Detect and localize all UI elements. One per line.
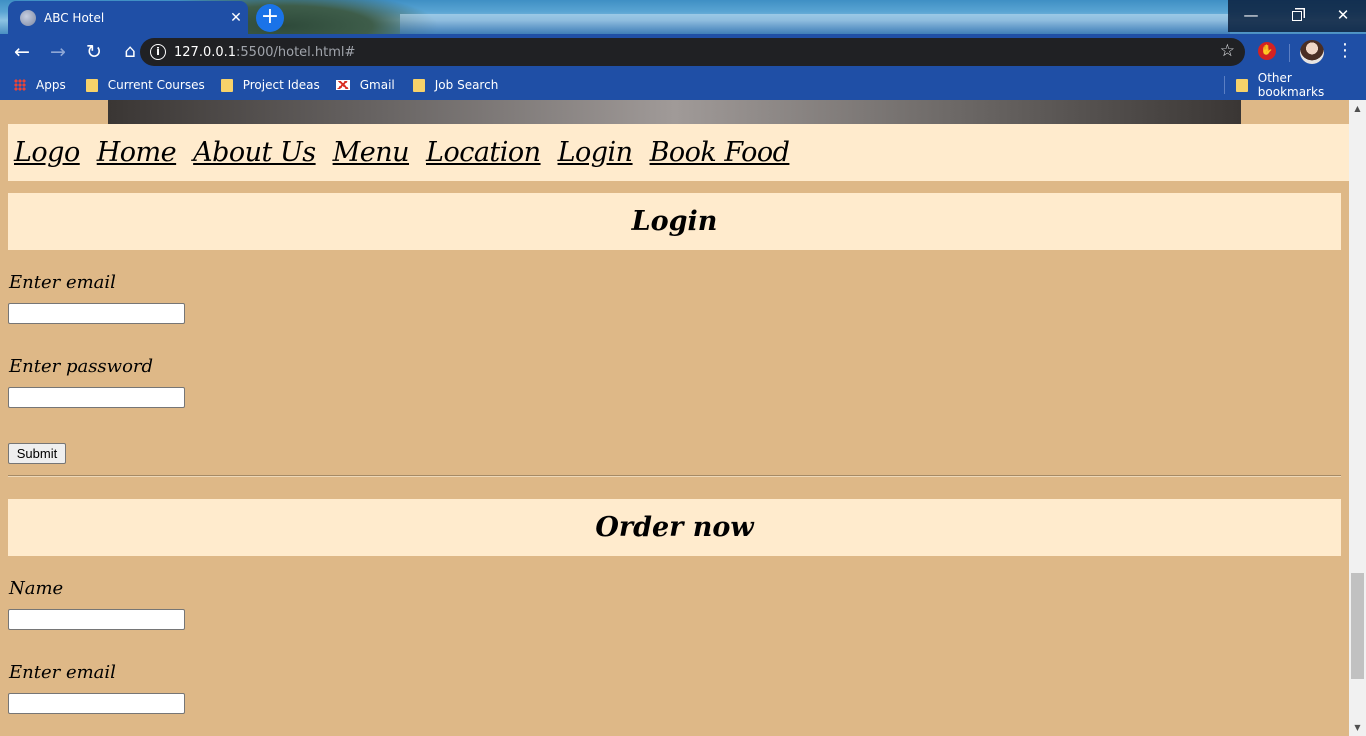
bookmark-label: Current Courses <box>107 78 205 92</box>
browser-tab[interactable]: ABC Hotel ✕ <box>8 1 248 34</box>
bookmark-star-icon[interactable]: ☆ <box>1220 41 1235 61</box>
nav-menu[interactable]: Menu <box>333 137 410 168</box>
bookmark-other[interactable]: Other bookmarks <box>1230 71 1366 99</box>
toolbar-divider <box>1289 44 1290 62</box>
submit-button[interactable]: Submit <box>8 443 66 464</box>
page-viewport: Logo Home About Us Menu Location Login B… <box>0 100 1349 736</box>
bookmark-label: Apps <box>36 78 66 92</box>
tab-title: ABC Hotel <box>44 10 105 25</box>
reload-button[interactable]: ↻ <box>78 36 110 68</box>
bookmark-project-ideas[interactable]: Project Ideas <box>215 73 326 97</box>
bookmark-label: Other bookmarks <box>1257 71 1325 99</box>
order-heading: Order now <box>8 499 1341 556</box>
nav-home[interactable]: Home <box>97 137 177 168</box>
url-path: :5500/hotel.html# <box>236 44 356 60</box>
chrome-menu-icon[interactable]: ⋮ <box>1336 42 1354 64</box>
login-password-input[interactable] <box>8 387 185 408</box>
folder-icon <box>412 78 425 92</box>
wallpaper-water <box>400 14 1230 34</box>
hero-image <box>108 100 1241 124</box>
bookmark-apps[interactable]: Apps <box>8 73 72 97</box>
nav-location[interactable]: Location <box>426 137 541 168</box>
site-navbar: Logo Home About Us Menu Location Login B… <box>8 124 1349 181</box>
bookmark-label: Project Ideas <box>242 78 320 92</box>
nav-logo[interactable]: Logo <box>14 137 80 168</box>
bookmark-label: Job Search <box>434 78 499 92</box>
folder-icon <box>1236 78 1248 92</box>
order-email-label: Enter email <box>9 662 116 683</box>
bookmark-job-search[interactable]: Job Search <box>407 73 505 97</box>
order-email-input[interactable] <box>8 693 185 714</box>
restore-icon <box>1292 11 1302 21</box>
profile-avatar[interactable] <box>1300 40 1324 64</box>
login-email-input[interactable] <box>8 303 185 324</box>
scrollbar-thumb[interactable] <box>1351 573 1364 679</box>
login-email-label: Enter email <box>9 272 116 293</box>
nav-book-food[interactable]: Book Food <box>650 137 790 168</box>
bookmark-gmail[interactable]: Gmail <box>330 73 401 97</box>
browser-toolbar: ← → ↻ ⌂ i 127.0.0.1:5500/hotel.html# ☆ ✋… <box>0 34 1366 70</box>
bookmark-current-courses[interactable]: Current Courses <box>80 73 211 97</box>
bookmark-label: Gmail <box>359 78 395 92</box>
tab-close-icon[interactable]: ✕ <box>224 10 248 26</box>
bookmarks-bar: Apps Current Courses Project Ideas Gmail… <box>0 70 1366 100</box>
restore-button[interactable] <box>1274 0 1320 32</box>
back-button[interactable]: ← <box>6 36 38 68</box>
login-password-label: Enter password <box>9 356 154 377</box>
login-heading: Login <box>8 193 1341 250</box>
folder-icon <box>220 78 233 92</box>
adblock-extension-icon[interactable]: ✋ <box>1258 42 1276 60</box>
close-window-button[interactable]: ✕ <box>1320 0 1366 32</box>
order-name-input[interactable] <box>8 609 185 630</box>
folder-icon <box>85 78 98 92</box>
site-info-icon[interactable]: i <box>150 44 166 60</box>
title-bar: ABC Hotel ✕ + — ✕ <box>0 0 1366 34</box>
section-divider <box>8 475 1341 477</box>
scroll-up-icon[interactable]: ▲ <box>1349 100 1366 117</box>
new-tab-button[interactable]: + <box>256 4 284 32</box>
url-host: 127.0.0.1 <box>174 44 237 60</box>
address-bar[interactable]: i 127.0.0.1:5500/hotel.html# ☆ <box>140 38 1245 66</box>
nav-login[interactable]: Login <box>558 137 634 168</box>
url-text[interactable]: 127.0.0.1:5500/hotel.html# <box>174 45 355 60</box>
globe-icon <box>20 9 36 26</box>
order-name-label: Name <box>9 578 64 599</box>
scroll-down-icon[interactable]: ▼ <box>1349 719 1366 736</box>
forward-button[interactable]: → <box>42 36 74 68</box>
nav-about-us[interactable]: About Us <box>193 137 316 168</box>
vertical-scrollbar[interactable]: ▲ ▼ <box>1349 100 1366 736</box>
gmail-icon <box>335 80 350 90</box>
bookmarks-divider <box>1224 76 1225 94</box>
apps-grid-icon <box>14 79 26 91</box>
minimize-button[interactable]: — <box>1228 0 1274 32</box>
